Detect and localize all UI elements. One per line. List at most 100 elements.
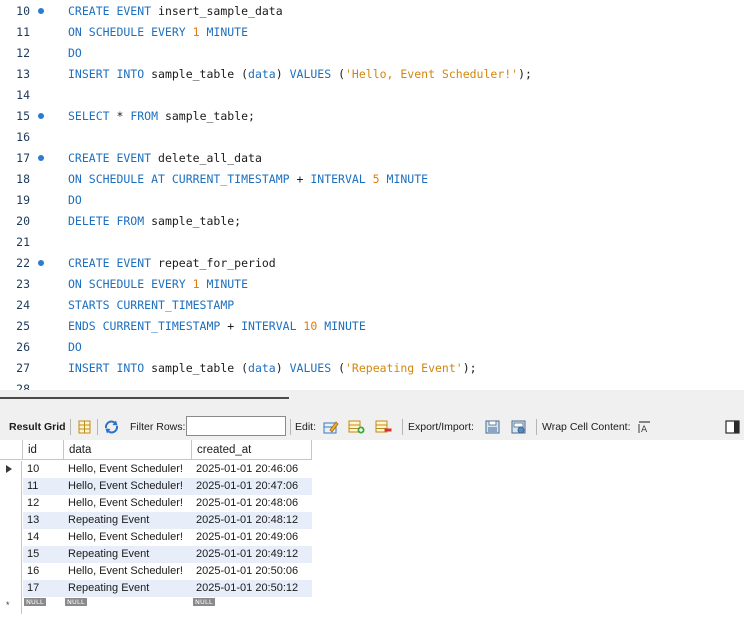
export-import-label: Export/Import: [408, 421, 474, 433]
code-token: INSERT INTO [68, 361, 152, 375]
code-token: FROM [130, 109, 165, 123]
cell-created-at[interactable]: 2025-01-01 20:49:06 [192, 529, 312, 546]
cell-created-at[interactable]: 2025-01-01 20:48:12 [192, 512, 312, 529]
table-row[interactable]: 15 Repeating Event 2025-01-01 20:49:12 [0, 546, 312, 563]
table-row[interactable]: 11 Hello, Event Scheduler! 2025-01-01 20:4… [0, 478, 312, 495]
row-selector[interactable] [0, 495, 22, 512]
row-selector[interactable] [0, 529, 22, 546]
cell-id[interactable]: 15 [23, 546, 64, 563]
cell-id[interactable]: 11 [23, 478, 64, 495]
code-line[interactable]: 20 DELETE FROM sample_table; [0, 211, 744, 232]
row-selector[interactable] [0, 478, 22, 495]
column-header-data[interactable]: data [64, 440, 192, 460]
cell-data[interactable]: Hello, Event Scheduler! [64, 563, 192, 580]
code-text: ON SCHEDULE AT CURRENT_TIMESTAMP + INTER… [68, 169, 428, 190]
result-grid[interactable]: id data created_at 10 Hello, Event Schedule… [0, 440, 744, 619]
code-line[interactable]: 18 ON SCHEDULE AT CURRENT_TIMESTAMP + INT… [0, 169, 744, 190]
code-line[interactable]: 21 [0, 232, 744, 253]
row-selector[interactable] [0, 580, 22, 597]
row-selector[interactable] [0, 563, 22, 580]
code-line[interactable]: 24 STARTS CURRENT_TIMESTAMP [0, 295, 744, 316]
cell-data[interactable]: Hello, Event Scheduler! [64, 461, 192, 478]
code-token: ); [518, 67, 532, 81]
cell-id[interactable]: 12 [23, 495, 64, 512]
panel-splitter[interactable] [0, 390, 744, 414]
cell-created-at[interactable]: 2025-01-01 20:49:12 [192, 546, 312, 563]
code-line[interactable]: 23 ON SCHEDULE EVERY 1 MINUTE [0, 274, 744, 295]
cell-id[interactable]: 17 [23, 580, 64, 597]
statement-marker-icon [38, 8, 44, 14]
import-icon[interactable] [510, 419, 527, 435]
cell-id[interactable]: 10 [23, 461, 64, 478]
cell-data[interactable]: Hello, Event Scheduler! [64, 495, 192, 512]
table-row[interactable]: 13 Repeating Event 2025-01-01 20:48:12 [0, 512, 312, 529]
table-row[interactable]: 10 Hello, Event Scheduler! 2025-01-01 20:4… [0, 461, 312, 478]
cell-created-at[interactable]: 2025-01-01 20:47:06 [192, 478, 312, 495]
toolbar-separator [402, 419, 403, 435]
cell-id[interactable]: 16 [23, 563, 64, 580]
delete-row-icon[interactable] [375, 419, 392, 435]
cell-data[interactable]: Hello, Event Scheduler! [64, 478, 192, 495]
code-line[interactable]: 17 CREATE EVENT delete_all_data [0, 148, 744, 169]
table-row[interactable]: 16 Hello, Event Scheduler! 2025-01-01 20:5… [0, 563, 312, 580]
code-token: 10 [303, 319, 318, 333]
grid-view-icon[interactable] [76, 419, 93, 435]
filter-rows-input[interactable] [186, 416, 286, 436]
code-line[interactable]: 13 INSERT INTO sample_table (data) VALUES… [0, 64, 744, 85]
code-line[interactable]: 19 DO [0, 190, 744, 211]
table-row[interactable]: 14 Hello, Event Scheduler! 2025-01-01 20:4… [0, 529, 312, 546]
code-line[interactable]: 15 SELECT * FROM sample_table; [0, 106, 744, 127]
null-badge[interactable]: NULL [193, 598, 215, 606]
row-selector[interactable]: * [0, 597, 22, 614]
cell-data[interactable]: Repeating Event [64, 546, 192, 563]
code-line[interactable]: 28 [0, 379, 744, 390]
table-row[interactable]: 12 Hello, Event Scheduler! 2025-01-01 20:4… [0, 495, 312, 512]
cell-id[interactable]: 14 [23, 529, 64, 546]
line-number: 17 [16, 151, 30, 165]
code-line[interactable]: 25 ENDS CURRENT_TIMESTAMP + INTERVAL 10 M… [0, 316, 744, 337]
code-token: ( [338, 67, 345, 81]
toggle-panel-icon[interactable] [724, 419, 741, 435]
row-selector[interactable] [0, 512, 22, 529]
new-row[interactable]: * NULL NULL NULL [0, 597, 312, 614]
code-line[interactable]: 14 [0, 85, 744, 106]
code-line[interactable]: 11 ON SCHEDULE EVERY 1 MINUTE [0, 22, 744, 43]
line-number: 18 [16, 172, 30, 186]
row-selector[interactable] [0, 461, 22, 478]
code-token: SELECT [68, 109, 117, 123]
column-header-created-at[interactable]: created_at [192, 440, 312, 460]
code-line[interactable]: 10 CREATE EVENT insert_sample_data [0, 1, 744, 22]
code-text: CREATE EVENT repeat_for_period [68, 253, 276, 274]
row-selector[interactable] [0, 546, 22, 563]
table-row[interactable]: 17 Repeating Event 2025-01-01 20:50:12 [0, 580, 312, 597]
code-line[interactable]: 12 DO [0, 43, 744, 64]
cell-data[interactable]: Repeating Event [64, 580, 192, 597]
current-row-arrow-icon [6, 465, 12, 473]
code-token: sample_table ( [151, 67, 249, 81]
line-number: 19 [16, 193, 30, 207]
code-line[interactable]: 27 INSERT INTO sample_table (data) VALUES… [0, 358, 744, 379]
wrap-text-icon[interactable]: A [636, 419, 653, 435]
cell-created-at[interactable]: 2025-01-01 20:46:06 [192, 461, 312, 478]
cell-created-at[interactable]: 2025-01-01 20:48:06 [192, 495, 312, 512]
null-badge[interactable]: NULL [65, 598, 87, 606]
code-token: sample_table ( [151, 361, 249, 375]
null-badge[interactable]: NULL [24, 598, 46, 606]
edit-row-icon[interactable] [322, 419, 339, 435]
cell-id[interactable]: 13 [23, 512, 64, 529]
grid-corner[interactable] [0, 440, 23, 460]
code-line[interactable]: 22 CREATE EVENT repeat_for_period [0, 253, 744, 274]
sql-editor[interactable]: 10 CREATE EVENT insert_sample_data 11 ON SC… [0, 0, 744, 390]
cell-data[interactable]: Hello, Event Scheduler! [64, 529, 192, 546]
result-grid-tab[interactable]: Result Grid [9, 414, 66, 440]
refresh-icon[interactable] [103, 419, 120, 435]
code-line[interactable]: 16 [0, 127, 744, 148]
add-row-icon[interactable] [348, 419, 365, 435]
cell-created-at[interactable]: 2025-01-01 20:50:12 [192, 580, 312, 597]
code-line[interactable]: 26 DO [0, 337, 744, 358]
cell-created-at[interactable]: 2025-01-01 20:50:06 [192, 563, 312, 580]
column-header-id[interactable]: id [23, 440, 64, 460]
export-icon[interactable] [484, 419, 501, 435]
horizontal-scrollbar[interactable] [0, 397, 289, 399]
cell-data[interactable]: Repeating Event [64, 512, 192, 529]
